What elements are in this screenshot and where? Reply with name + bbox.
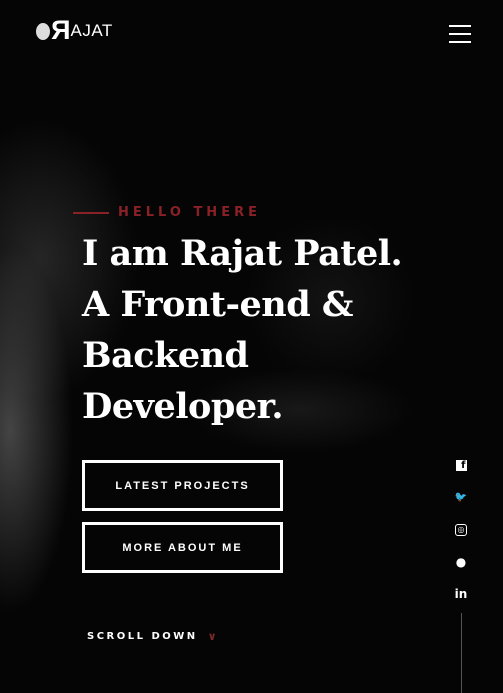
chevron-down-icon: ∨ (207, 630, 220, 643)
hero-headline: I am Rajat Patel. A Front-end & Backend … (82, 228, 403, 432)
headline-line: Backend (82, 335, 249, 376)
linkedin-icon[interactable]: in (452, 584, 470, 603)
logo-text: AJAT (70, 21, 113, 40)
hamburger-icon[interactable] (449, 25, 471, 43)
eyebrow-text: HELLO THERE (118, 205, 261, 220)
eyebrow: HELLO THERE (73, 205, 261, 220)
more-about-me-button[interactable]: MORE ABOUT ME (82, 522, 283, 573)
headline-line: A Front-end & (82, 284, 353, 325)
logo-face-icon (36, 23, 50, 40)
eyebrow-line (73, 211, 109, 214)
logo-mark: R (51, 15, 71, 45)
instagram-icon[interactable]: ◎ (452, 520, 470, 539)
twitter-icon[interactable]: 🐦 (452, 488, 470, 507)
social-divider-line (461, 613, 462, 693)
latest-projects-button[interactable]: LATEST PROJECTS (82, 460, 283, 511)
headline-line: Developer. (82, 386, 284, 427)
scroll-down-label: SCROLL DOWN (87, 631, 198, 642)
headline-line: I am Rajat Patel. (82, 233, 403, 274)
logo[interactable]: R AJAT (36, 15, 113, 45)
facebook-icon[interactable]: f (452, 456, 470, 475)
social-links: f 🐦 ◎ ● in (452, 456, 470, 603)
github-icon[interactable]: ● (452, 552, 470, 571)
scroll-down-link[interactable]: SCROLL DOWN ∨ (87, 630, 219, 643)
